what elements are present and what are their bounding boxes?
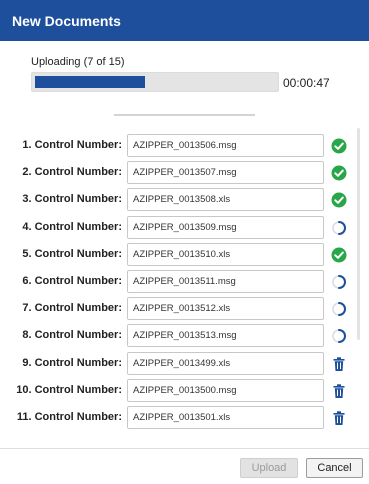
control-number-input[interactable] xyxy=(127,243,324,266)
document-row: 9. Control Number: xyxy=(0,352,369,376)
control-number-label: 5. Control Number: xyxy=(22,248,122,260)
control-number-input[interactable] xyxy=(127,324,324,347)
trash-icon[interactable] xyxy=(331,383,347,399)
document-row: 5. Control Number: xyxy=(0,243,369,267)
elapsed-time: 00:00:47 xyxy=(283,76,330,90)
control-number-label: 8. Control Number: xyxy=(22,329,122,341)
document-row: 1. Control Number: xyxy=(0,134,369,158)
document-row: 4. Control Number: xyxy=(0,216,369,240)
control-number-input[interactable] xyxy=(127,270,324,293)
control-number-label: 1. Control Number: xyxy=(22,139,122,151)
document-row: 11. Control Number: xyxy=(0,406,369,430)
document-row: 6. Control Number: xyxy=(0,270,369,294)
document-row: 2. Control Number: xyxy=(0,161,369,185)
footer-divider xyxy=(0,448,369,449)
control-number-input[interactable] xyxy=(127,379,324,402)
trash-icon[interactable] xyxy=(331,410,347,426)
divider xyxy=(114,114,255,116)
document-row: 8. Control Number: xyxy=(0,324,369,348)
control-number-input[interactable] xyxy=(127,216,324,239)
control-number-input[interactable] xyxy=(127,161,324,184)
control-number-input[interactable] xyxy=(127,188,324,211)
control-number-input[interactable] xyxy=(127,134,324,157)
document-list[interactable]: 1. Control Number: 2. Control Number: 3.… xyxy=(0,134,369,436)
upload-status-text: Uploading (7 of 15) xyxy=(31,56,125,68)
check-circle-icon xyxy=(331,192,347,208)
list-scrollbar[interactable] xyxy=(357,128,360,340)
spinner-icon xyxy=(331,220,347,236)
dialog-title: New Documents xyxy=(0,0,369,41)
upload-progress-bar xyxy=(31,72,279,92)
control-number-label: 10. Control Number: xyxy=(16,384,122,396)
control-number-label: 6. Control Number: xyxy=(22,275,122,287)
control-number-label: 2. Control Number: xyxy=(22,166,122,178)
upload-progress-fill xyxy=(35,76,146,88)
spinner-icon xyxy=(331,274,347,290)
control-number-input[interactable] xyxy=(127,406,324,429)
document-row: 10. Control Number: xyxy=(0,379,369,403)
control-number-label: 11. Control Number: xyxy=(16,411,122,423)
spinner-icon xyxy=(331,328,347,344)
upload-button[interactable]: Upload xyxy=(240,458,298,478)
control-number-label: 7. Control Number: xyxy=(22,302,122,314)
cancel-button[interactable]: Cancel xyxy=(306,458,363,478)
check-circle-icon xyxy=(331,247,347,263)
trash-icon[interactable] xyxy=(331,356,347,372)
spinner-icon xyxy=(331,301,347,317)
control-number-label: 3. Control Number: xyxy=(22,193,122,205)
check-circle-icon xyxy=(331,138,347,154)
document-row: 7. Control Number: xyxy=(0,297,369,321)
control-number-input[interactable] xyxy=(127,352,324,375)
control-number-input[interactable] xyxy=(127,297,324,320)
check-circle-icon xyxy=(331,165,347,181)
document-row: 3. Control Number: xyxy=(0,188,369,212)
control-number-label: 9. Control Number: xyxy=(22,357,122,369)
control-number-label: 4. Control Number: xyxy=(22,221,122,233)
